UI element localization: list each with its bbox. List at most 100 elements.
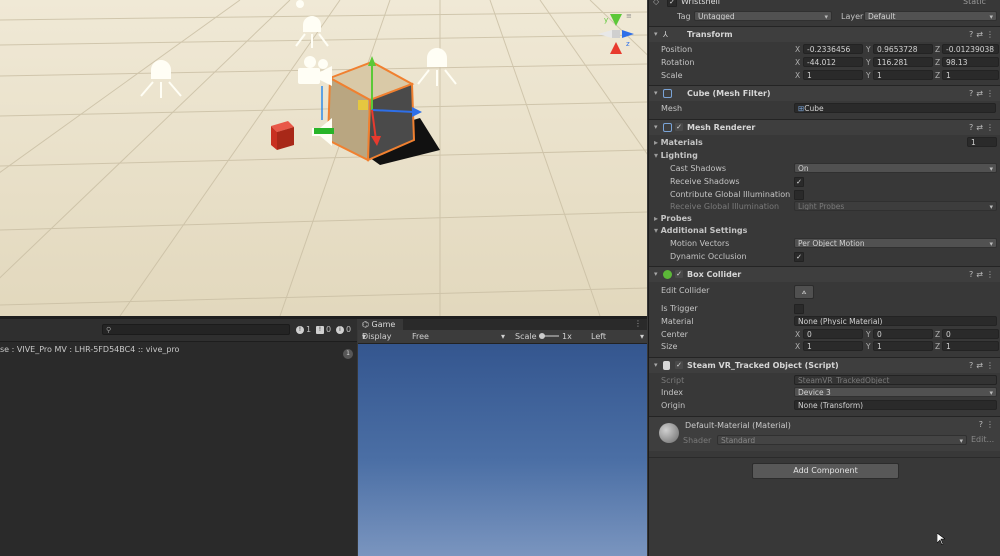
component-tools[interactable]: ?⇄⋮ — [969, 267, 997, 282]
position-z-field[interactable]: -0.01239038 — [942, 44, 999, 54]
mesh-renderer-enabled-checkbox[interactable]: ✓ — [675, 123, 683, 131]
motion-vectors-dropdown[interactable]: Per Object Motion — [794, 238, 997, 248]
position-row: Position X -0.2336456 Y 0.9653728 Z -0.0123… — [649, 43, 1000, 56]
edit-shader-button[interactable]: Edit... — [971, 435, 994, 444]
log-collapse-count: 1 — [343, 349, 353, 359]
receive-shadows-checkbox[interactable]: ✓ — [794, 177, 804, 187]
component-tools[interactable]: ?⇄⋮ — [969, 86, 997, 101]
gamepad-icon: ⌬ — [362, 320, 372, 329]
component-tools[interactable]: ?⋮ — [979, 420, 997, 429]
box-collider-icon — [663, 270, 672, 279]
lighting-row: Lighting — [649, 149, 1000, 162]
scale-value: 1x — [562, 332, 572, 341]
additional-settings-row: Additional Settings — [649, 224, 1000, 237]
collider-material-row: Material None (Physic Material) — [649, 315, 1000, 328]
transform-header[interactable]: ▾ ⅄ Transform ?⇄⋮ — [649, 26, 1000, 42]
chevron-down-icon: ▾ — [654, 30, 658, 38]
center-z-field[interactable]: 0 — [942, 329, 999, 339]
material-title[interactable]: Default-Material (Material) — [685, 421, 791, 430]
tag-layer-row: Tag Untagged Layer Default — [649, 10, 1000, 23]
shader-dropdown[interactable]: Standard — [717, 435, 967, 445]
rotation-z-field[interactable]: 98.13 — [942, 57, 999, 67]
index-dropdown[interactable]: Device 3 — [794, 387, 997, 397]
console-panel: ⚲ ! 1 ! 0 i0 se : VIVE_Pro MV : LHR-5FD54B… — [0, 319, 357, 556]
center-x-field[interactable]: 0 — [803, 329, 863, 339]
console-toolbar: ⚲ ! 1 ! 0 i0 — [0, 319, 357, 342]
box-collider-enabled-checkbox[interactable]: ✓ — [675, 270, 683, 278]
cast-shadows-row: Cast Shadows On — [649, 162, 1000, 175]
size-x-field[interactable]: 1 — [803, 341, 863, 351]
additional-settings-foldout[interactable]: Additional Settings — [654, 224, 748, 237]
inspector-panel: ◇ ✓ Wristshell Static Tag Untagged Layer… — [648, 0, 1000, 556]
console-search-input[interactable]: ⚲ — [102, 324, 290, 335]
rotation-x-field[interactable]: -44.012 — [803, 57, 863, 67]
motion-vectors-row: Motion Vectors Per Object Motion — [649, 237, 1000, 250]
box-collider-header[interactable]: ▾ ✓ Box Collider ?⇄⋮ — [649, 266, 1000, 282]
scale-slider-handle[interactable] — [539, 333, 545, 339]
mouse-cursor-icon — [937, 533, 945, 545]
materials-count-field[interactable]: 1 — [967, 137, 997, 147]
position-y-field[interactable]: 0.9653728 — [873, 44, 933, 54]
origin-field[interactable]: None (Transform) — [794, 400, 997, 410]
static-toggle[interactable]: Static — [963, 0, 986, 8]
mesh-field[interactable]: ⊞Cube — [794, 103, 996, 113]
is-trigger-row: Is Trigger — [649, 302, 1000, 315]
console-log-entry[interactable]: se : VIVE_Pro MV : LHR-5FD54BC4 :: vive_… — [0, 345, 357, 357]
lighting-foldout[interactable]: Lighting — [654, 149, 698, 162]
chevron-down-icon: ▾ — [654, 89, 658, 97]
mesh-filter-header[interactable]: ▾ Cube (Mesh Filter) ?⇄⋮ — [649, 85, 1000, 101]
center-y-field[interactable]: 0 — [873, 329, 933, 339]
warning-count-toggle[interactable]: ! 0 — [316, 325, 331, 335]
rotation-row: Rotation X -44.012 Y 116.281 Z 98.13 — [649, 56, 1000, 69]
dynamic-occlusion-checkbox[interactable]: ✓ — [794, 252, 804, 262]
scale-label: Scale — [515, 332, 537, 341]
scene-view[interactable]: y z ≡ — [0, 0, 647, 316]
scale-z-field[interactable]: 1 — [942, 70, 999, 80]
display-dropdown[interactable]: Display 1 ▾ — [362, 330, 392, 354]
is-trigger-checkbox[interactable] — [794, 304, 804, 314]
index-row: Index Device 3 — [649, 386, 1000, 399]
component-tools[interactable]: ?⇄⋮ — [969, 120, 997, 135]
more-options-icon[interactable]: ⋮ — [634, 319, 642, 328]
error-count-toggle[interactable]: ! 1 — [296, 325, 311, 335]
position-x-field[interactable]: -0.2336456 — [803, 44, 863, 54]
tracked-object-header[interactable]: ▾ ✓ Steam VR_Tracked Object (Script) ?⇄⋮ — [649, 357, 1000, 373]
collider-material-field[interactable]: None (Physic Material) — [794, 316, 997, 326]
component-tools[interactable]: ?⇄⋮ — [969, 27, 997, 42]
svg-text:y: y — [604, 16, 608, 24]
error-icon: ! — [296, 325, 304, 334]
scene-canvas[interactable]: y z ≡ — [0, 0, 647, 316]
active-checkbox[interactable]: ✓ — [667, 0, 677, 7]
light-icon[interactable] — [296, 0, 304, 8]
game-viewport[interactable] — [358, 344, 647, 556]
size-y-field[interactable]: 1 — [873, 341, 933, 351]
add-component-button[interactable]: Add Component — [752, 463, 899, 479]
divider — [649, 457, 1000, 458]
material-preview — [659, 423, 679, 443]
svg-text:z: z — [626, 40, 630, 48]
chevron-down-icon: ▾ — [654, 123, 658, 131]
scale-y-field[interactable]: 1 — [873, 70, 933, 80]
scale-x-field[interactable]: 1 — [803, 70, 863, 80]
size-z-field[interactable]: 1 — [942, 341, 999, 351]
red-cube[interactable] — [271, 121, 294, 150]
info-count-toggle[interactable]: i0 — [336, 325, 351, 335]
cast-shadows-dropdown[interactable]: On — [794, 163, 997, 173]
game-tabbar: ⌬ Game ⋮ — [358, 319, 647, 330]
component-tools[interactable]: ?⇄⋮ — [969, 358, 997, 373]
edit-collider-button[interactable]: ⟑ — [794, 285, 814, 299]
mesh-renderer-header[interactable]: ▾ ✓ Mesh Renderer ?⇄⋮ — [649, 119, 1000, 135]
mesh-filter-icon — [663, 89, 672, 98]
script-field: SteamVR_TrackedObject — [794, 375, 997, 385]
rotation-y-field[interactable]: 116.281 — [873, 57, 933, 67]
edit-collider-row: Edit Collider ⟑ — [649, 284, 1000, 299]
tracked-object-enabled-checkbox[interactable]: ✓ — [675, 361, 683, 369]
contribute-gi-checkbox[interactable] — [794, 190, 804, 200]
chevron-down-icon: ▾ — [501, 332, 506, 341]
tab-game[interactable]: ⌬ Game — [358, 319, 403, 330]
object-name[interactable]: Wristshell — [681, 0, 720, 8]
layer-dropdown[interactable]: Default — [864, 11, 997, 21]
tag-dropdown[interactable]: Untagged — [694, 11, 832, 21]
materials-foldout[interactable]: Materials — [654, 136, 703, 149]
materials-row: Materials 1 — [649, 136, 1000, 149]
